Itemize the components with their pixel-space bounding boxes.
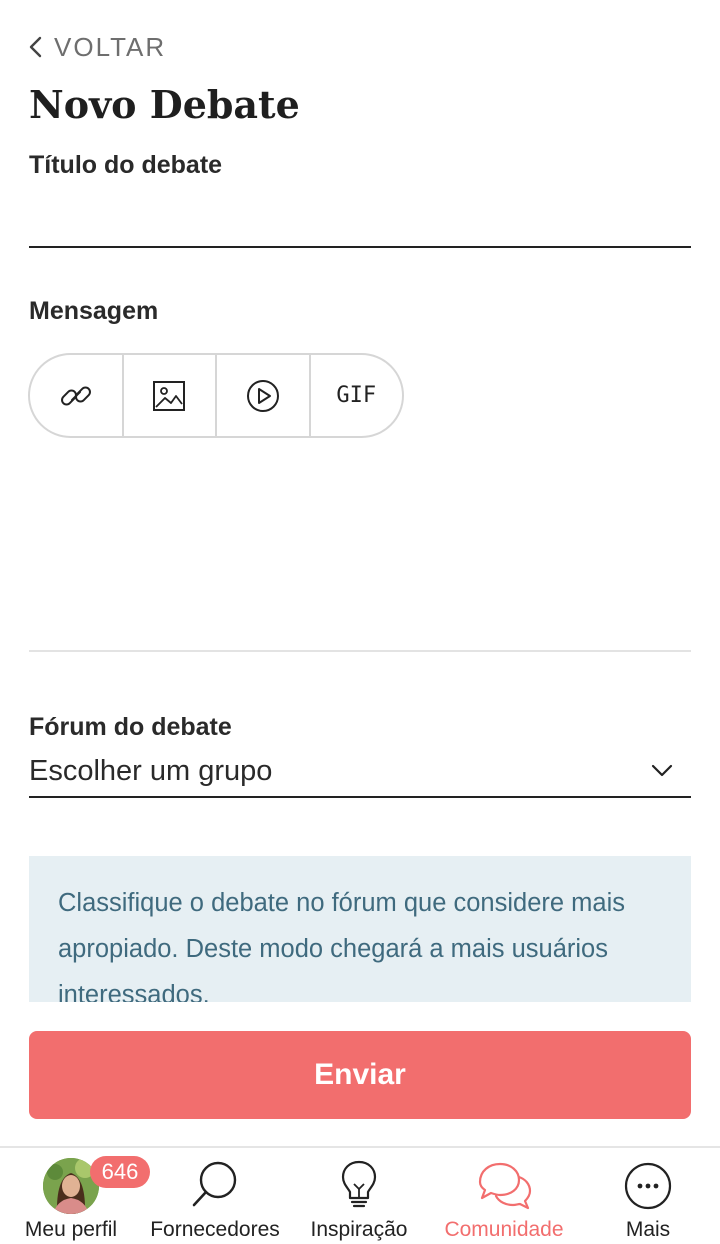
- tab-profile[interactable]: 646 Meu perfil: [0, 1148, 150, 1244]
- chevron-down-icon: [651, 764, 673, 777]
- tab-more[interactable]: Mais: [578, 1148, 718, 1244]
- forum-select[interactable]: Escolher um grupo: [29, 746, 691, 798]
- tab-profile-label: Meu perfil: [24, 1218, 118, 1241]
- title-label: Título do debate: [29, 151, 223, 179]
- forum-label: Fórum do debate: [29, 713, 232, 741]
- tab-suppliers-label: Fornecedores: [150, 1218, 280, 1241]
- message-label: Mensagem: [29, 297, 159, 325]
- submit-button[interactable]: Enviar: [29, 1031, 691, 1119]
- back-label: VOLTAR: [54, 31, 167, 62]
- info-text: Classifique o debate no fórum que consid…: [58, 889, 625, 1002]
- info-box: Classifique o debate no fórum que consid…: [29, 856, 691, 1002]
- tab-inspiration[interactable]: Inspiração: [288, 1148, 430, 1244]
- tab-suppliers[interactable]: Fornecedores: [142, 1148, 288, 1244]
- notification-badge: 646: [90, 1156, 150, 1188]
- page-title: Novo Debate: [29, 82, 300, 127]
- tab-community-label: Comunidade: [444, 1218, 564, 1241]
- tab-inspiration-label: Inspiração: [310, 1218, 408, 1241]
- forum-select-value: Escolher um grupo: [29, 754, 273, 787]
- insert-link-button[interactable]: [30, 355, 124, 436]
- link-icon: [60, 386, 91, 405]
- message-textarea[interactable]: [29, 440, 691, 652]
- chat-bubbles-icon: [478, 1162, 532, 1210]
- insert-image-button[interactable]: [124, 355, 217, 436]
- insert-video-button[interactable]: [217, 355, 311, 436]
- chevron-left-icon: [29, 36, 42, 58]
- title-input[interactable]: [29, 192, 691, 248]
- tab-community[interactable]: Comunidade: [430, 1148, 578, 1244]
- back-button[interactable]: VOLTAR: [28, 30, 166, 64]
- media-toolbar: GIF: [28, 353, 404, 438]
- search-icon: [192, 1161, 237, 1207]
- image-icon: [153, 380, 186, 411]
- insert-gif-button[interactable]: GIF: [311, 355, 403, 436]
- more-icon: [624, 1162, 672, 1210]
- gif-icon: GIF: [336, 383, 377, 408]
- bottom-tab-bar: 646 Meu perfil Fornecedores Inspiração C…: [0, 1146, 720, 1244]
- tab-more-label: Mais: [625, 1218, 671, 1241]
- video-icon: [246, 379, 279, 412]
- lightbulb-icon: [341, 1160, 377, 1208]
